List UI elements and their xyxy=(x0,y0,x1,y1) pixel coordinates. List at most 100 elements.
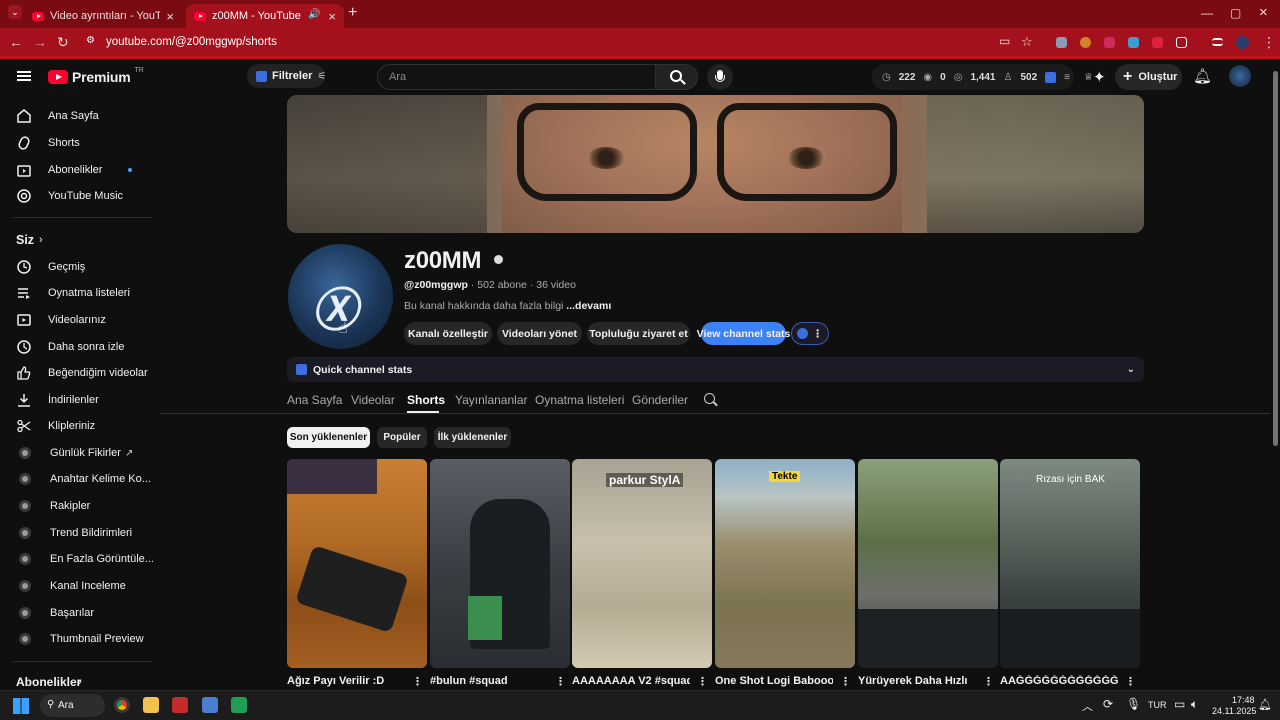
tray-mic-icon[interactable]: 🎙︎ xyxy=(1126,697,1141,711)
file-explorer-icon[interactable] xyxy=(143,697,159,713)
short-title[interactable]: Ağız Payı Verilir :D xyxy=(287,675,405,687)
sidebar-item-downloads[interactable]: İndirilenler xyxy=(0,387,155,413)
tab-home[interactable]: Ana Sayfa xyxy=(287,393,342,407)
sidebar-item-watch-later[interactable]: Daha sonra izle xyxy=(0,334,155,360)
hamburger-menu-icon[interactable] xyxy=(17,71,31,81)
channel-about[interactable]: Bu kanal hakkında daha fazla bilgi ...de… xyxy=(404,300,611,312)
sidebar-item-trend-alerts[interactable]: Trend Bildirimleri xyxy=(0,520,155,546)
extensions-puzzle-icon[interactable] xyxy=(1176,37,1187,48)
short-thumbnail[interactable] xyxy=(287,459,427,668)
quick-channel-stats-bar[interactable]: Quick channel stats ⌄ xyxy=(287,357,1144,382)
extension-vidiq-icon[interactable] xyxy=(1128,37,1139,48)
search-input[interactable]: Ara xyxy=(377,64,656,90)
more-link[interactable]: ...devamı xyxy=(566,300,611,312)
address-bar[interactable]: ⚙ youtube.com/@z00mggwp/shorts xyxy=(80,31,1040,53)
vidiq-stats-bar[interactable]: ◷ 222 ◉ 0 ◎ 1,441 ♙ 502 ≡ ♕ xyxy=(872,64,1093,90)
more-vert-icon[interactable]: ⋮ xyxy=(1125,675,1136,688)
sidebar-item-most-viewed[interactable]: En Fazla Görüntüle... xyxy=(0,546,155,572)
voice-search-button[interactable] xyxy=(707,64,733,90)
extension-red-icon[interactable] xyxy=(1152,37,1163,48)
sort-chip-oldest[interactable]: İlk yüklenenler xyxy=(434,427,511,448)
language-indicator[interactable]: TUR xyxy=(1148,700,1167,710)
sidebar-item-keyword[interactable]: Anahtar Kelime Ko... xyxy=(0,466,155,492)
sidebar-item-liked[interactable]: Beğendiğim videolar xyxy=(0,360,155,386)
tray-chevron-icon[interactable]: ︿ xyxy=(1082,698,1093,714)
sort-chip-popular[interactable]: Popüler xyxy=(377,427,427,448)
tab-live[interactable]: Yayınlananlar xyxy=(455,393,528,407)
close-tab-icon[interactable]: × xyxy=(166,9,174,24)
tab-search-icon[interactable]: ⌄ xyxy=(8,5,22,19)
vidiq-menu-button[interactable]: ⋮ xyxy=(791,322,829,345)
short-title[interactable]: AAAAAAAA V2 #squad xyxy=(572,675,690,687)
volume-muted-icon[interactable]: 🔈︎ xyxy=(1191,697,1198,712)
sidebar-item-channel-audit[interactable]: Kanal Inceleme xyxy=(0,573,155,599)
more-vert-icon[interactable]: ⋮ xyxy=(555,675,566,688)
search-button[interactable] xyxy=(655,64,698,90)
short-thumbnail[interactable]: Tekte xyxy=(715,459,855,668)
scrollbar-thumb[interactable] xyxy=(1273,71,1278,446)
create-button[interactable]: + Oluştur xyxy=(1115,64,1182,90)
back-icon[interactable]: ← xyxy=(9,34,23,50)
tab-videos[interactable]: Videolar xyxy=(351,393,395,407)
sidebar-item-your-videos[interactable]: Videolarınız xyxy=(0,307,155,333)
profile-avatar-icon[interactable] xyxy=(1236,36,1249,49)
tab-shorts[interactable]: Shorts xyxy=(407,393,445,407)
more-vert-icon[interactable]: ⋮ xyxy=(983,675,994,688)
sidebar-item-shorts[interactable]: Shorts xyxy=(0,130,155,156)
youtube-premium-logo[interactable]: Premium TR xyxy=(48,67,144,85)
visit-community-button[interactable]: Topluluğu ziyaret et xyxy=(587,322,690,345)
manage-videos-button[interactable]: Videoları yönet xyxy=(497,322,582,345)
network-icon[interactable]: ▭ xyxy=(1174,697,1185,711)
tab-playlists[interactable]: Oynatma listeleri xyxy=(535,393,624,407)
speaker-icon[interactable]: 🔊 xyxy=(308,9,320,20)
short-title[interactable]: AAĞĞĞĞĞĞĞĞĞĞĞĞĞĞĞ xyxy=(1000,675,1118,687)
short-title[interactable]: #bulun #squad xyxy=(430,675,548,687)
more-vert-icon[interactable]: ⋮ xyxy=(412,675,423,688)
cast-icon[interactable]: ▭ xyxy=(999,34,1010,48)
site-info-icon[interactable]: ⚙ xyxy=(86,35,95,46)
notifications-bell-icon[interactable]: 🔔︎ xyxy=(1193,67,1212,85)
sidebar-item-subscriptions[interactable]: Abonelikler xyxy=(0,157,155,183)
sidebar-item-playlists[interactable]: Oynatma listeleri xyxy=(0,280,155,306)
view-channel-stats-button[interactable]: View channel stats xyxy=(697,322,790,345)
browser-tab-channel[interactable]: z00MM - YouTube 🔊 × xyxy=(186,4,344,28)
sidebar-item-history[interactable]: Geçmiş xyxy=(0,254,155,280)
reading-list-icon[interactable] xyxy=(1212,38,1223,46)
windows-start-icon[interactable] xyxy=(13,698,29,714)
extension-tb-icon[interactable] xyxy=(1104,37,1115,48)
sidebar-item-competitors[interactable]: Rakipler xyxy=(0,493,155,519)
maximize-icon[interactable]: ▢ xyxy=(1230,6,1241,20)
reload-icon[interactable]: ↻ xyxy=(57,34,69,51)
sidebar-item-home[interactable]: Ana Sayfa xyxy=(0,103,155,129)
tab-posts[interactable]: Gönderiler xyxy=(632,393,688,407)
bookmark-star-icon[interactable]: ☆ xyxy=(1021,34,1033,50)
sort-chip-latest[interactable]: Son yüklenenler xyxy=(287,427,370,448)
sidebar-item-thumbnail-preview[interactable]: Thumbnail Preview xyxy=(0,626,155,652)
browser-tab-studio[interactable]: Video ayrıntıları - YouTube Studio × xyxy=(24,4,182,28)
more-vert-icon[interactable]: ⋮ xyxy=(697,675,708,688)
short-title[interactable]: One Shot Logi Babooo | xyxy=(715,675,833,687)
sidebar-subscriptions-header[interactable]: Abonelikler › xyxy=(0,669,155,690)
short-thumbnail[interactable]: Rızası için BAK xyxy=(1000,459,1140,668)
sidebar-item-achievements[interactable]: Başarılar xyxy=(0,600,155,626)
close-window-icon[interactable]: × xyxy=(1259,4,1268,21)
extension-shield-icon[interactable] xyxy=(1056,37,1067,48)
account-avatar[interactable] xyxy=(1229,65,1251,87)
minimize-icon[interactable]: — xyxy=(1201,6,1213,20)
chevron-down-icon[interactable]: ⌄ xyxy=(1127,364,1135,375)
new-tab-icon[interactable]: + xyxy=(348,4,357,22)
sidebar-you-header[interactable]: Siz › xyxy=(0,227,155,253)
ai-sparkle-icon[interactable]: ✦ xyxy=(1093,68,1106,86)
sidebar-item-music[interactable]: YouTube Music xyxy=(0,183,155,209)
sidebar-item-daily-ideas[interactable]: Günlük Fikirler ↗ xyxy=(0,440,155,466)
short-title[interactable]: Yürüyerek Daha Hızlı xyxy=(858,675,976,687)
browser-menu-icon[interactable]: ⋮ xyxy=(1262,34,1276,51)
clock-time[interactable]: 17:48 xyxy=(1232,695,1255,705)
app-green-icon[interactable] xyxy=(231,697,247,713)
tray-sync-icon[interactable]: ⟳ xyxy=(1103,697,1113,711)
short-thumbnail[interactable] xyxy=(430,459,570,668)
more-vert-icon[interactable]: ⋮ xyxy=(840,675,851,688)
app-red-icon[interactable] xyxy=(172,697,188,713)
taskbar-search[interactable]: ⚲ Ara xyxy=(40,694,105,717)
short-thumbnail[interactable]: parkur StylA xyxy=(572,459,712,668)
